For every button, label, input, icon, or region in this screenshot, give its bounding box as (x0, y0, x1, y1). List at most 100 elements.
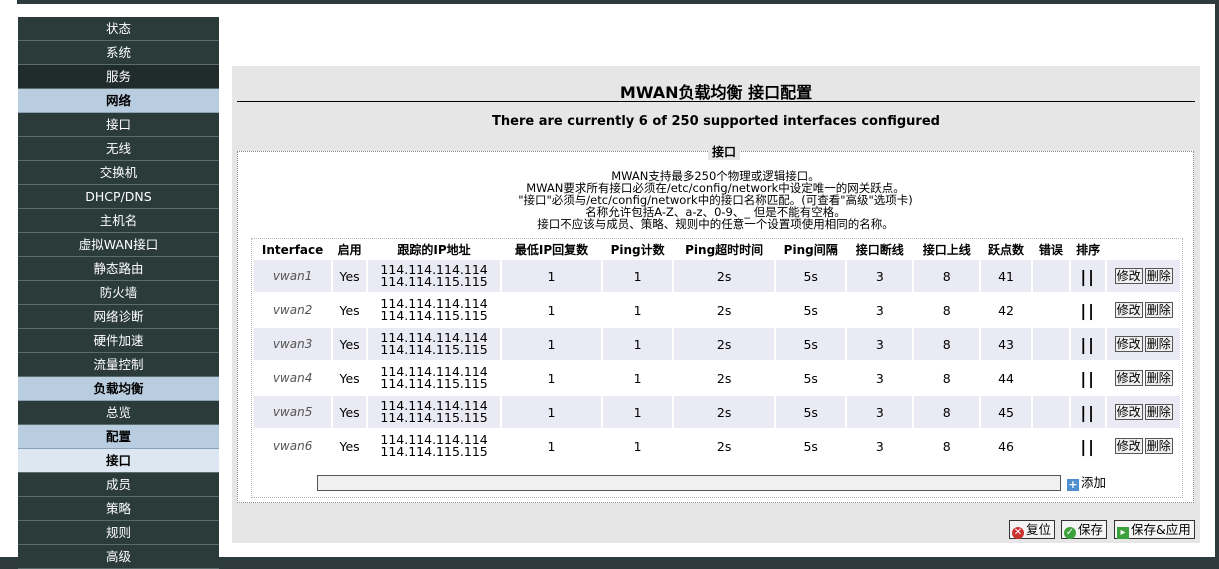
sidebar-item[interactable]: 负载均衡 (18, 377, 219, 401)
reset-label: 复位 (1026, 522, 1052, 537)
sidebar-item[interactable]: 流量控制 (18, 353, 219, 377)
sidebar-item[interactable]: 策略 (18, 497, 219, 521)
row-actions: 修改 删除 (1107, 260, 1180, 292)
sort-icon: || (1080, 266, 1096, 286)
sidebar-item[interactable]: 无线 (18, 137, 219, 161)
sidebar-item[interactable]: 防火墙 (18, 281, 219, 305)
sort-icon: || (1080, 436, 1096, 456)
edit-button[interactable]: 修改 (1114, 302, 1143, 318)
delete-button[interactable]: 删除 (1144, 438, 1173, 454)
sidebar-item[interactable]: DHCP/DNS (18, 185, 219, 209)
delete-button[interactable]: 删除 (1144, 302, 1173, 318)
new-interface-input[interactable] (317, 475, 1061, 491)
tracked-ip-cell: 114.114.114.114 114.114.115.115 (368, 328, 501, 360)
cell-down: 3 (847, 260, 913, 292)
cell-down: 3 (847, 294, 913, 326)
cell-ping-count: 1 (602, 430, 673, 462)
column-header: 接口上线 (922, 243, 971, 257)
reset-button[interactable]: ✕ 复位 (1009, 520, 1056, 539)
delete-button[interactable]: 删除 (1144, 404, 1173, 420)
sort-handle[interactable]: || (1070, 430, 1106, 462)
sidebar-item[interactable]: 交换机 (18, 161, 219, 185)
add-button[interactable]: + 添加 (1067, 475, 1106, 491)
save-apply-button[interactable]: ▸ 保存&应用 (1114, 520, 1195, 539)
tracked-ip-cell: 114.114.114.114 114.114.115.115 (368, 430, 501, 462)
column-header: Ping间隔 (783, 243, 838, 257)
cell-name: vwan5 (254, 396, 332, 428)
cell-ping-interval: 5s (776, 362, 846, 394)
save-label: 保存 (1078, 522, 1104, 537)
edit-button[interactable]: 修改 (1114, 268, 1143, 284)
sidebar-item[interactable]: 状态 (18, 17, 219, 41)
column-header: 跟踪的IP地址 (397, 243, 471, 257)
cell-name: vwan4 (254, 362, 332, 394)
sort-handle[interactable]: || (1070, 396, 1106, 428)
sidebar-item[interactable]: 主机名 (18, 209, 219, 233)
sidebar-item[interactable]: 系统 (18, 41, 219, 65)
sidebar-item[interactable]: 网络 (18, 89, 219, 113)
interface-count-text: There are currently 6 of 250 supported i… (492, 114, 940, 129)
sidebar-item[interactable]: 接口 (18, 113, 219, 137)
cell-ping-count: 1 (602, 362, 673, 394)
tracked-ip: 114.114.115.115 (380, 410, 488, 425)
sort-handle[interactable]: || (1070, 294, 1106, 326)
edit-button[interactable]: 修改 (1114, 336, 1143, 352)
table-header-row: Interface 启用 跟踪的IP地址 最低IP回复数 Ping计数 Ping超时时间 P… (254, 241, 1180, 258)
delete-button[interactable]: 删除 (1144, 336, 1173, 352)
sidebar-item[interactable]: 静态路由 (18, 257, 219, 281)
cell-ping-count: 1 (602, 328, 673, 360)
cell-down: 3 (847, 362, 913, 394)
tracked-ip-cell: 114.114.114.114 114.114.115.115 (368, 260, 501, 292)
edit-button[interactable]: 修改 (1114, 438, 1143, 454)
cell-ping-timeout: 2s (674, 260, 775, 292)
row-actions: 修改 删除 (1107, 396, 1180, 428)
sidebar-item[interactable]: 虚拟WAN接口 (18, 233, 219, 257)
left-margin (0, 0, 17, 557)
edit-button[interactable]: 修改 (1114, 404, 1143, 420)
cell-error (1032, 260, 1069, 292)
cell-min-reply: 1 (502, 362, 601, 394)
cell-ping-timeout: 2s (674, 396, 775, 428)
tracked-ip: 114.114.115.115 (380, 274, 488, 289)
column-header (1107, 241, 1180, 258)
sidebar-item[interactable]: 高级 (18, 545, 219, 569)
table-row: vwan3 Yes 114.114.114.114 114.114.115.115 1 1… (254, 328, 1180, 360)
cell-ping-timeout: 2s (674, 294, 775, 326)
sidebar-item[interactable]: 服务 (18, 65, 219, 89)
sidebar-item[interactable]: 总览 (18, 401, 219, 425)
cell-enabled: Yes (333, 362, 367, 394)
edit-button[interactable]: 修改 (1114, 370, 1143, 386)
column-header: 排序 (1076, 243, 1101, 257)
description-text: MWAN支持最多250个物理或逻辑接口。 MWAN要求所有接口必须在/etc/c… (238, 170, 1193, 230)
fieldset-legend: 接口 (708, 143, 741, 160)
delete-button[interactable]: 删除 (1144, 370, 1173, 386)
cell-error (1032, 328, 1069, 360)
sort-handle[interactable]: || (1070, 362, 1106, 394)
cell-down: 3 (847, 328, 913, 360)
cell-ping-count: 1 (602, 294, 673, 326)
column-header: Ping计数 (610, 243, 665, 257)
cell-min-reply: 1 (502, 430, 601, 462)
sort-handle[interactable]: || (1070, 328, 1106, 360)
cell-ping-interval: 5s (776, 430, 846, 462)
sidebar-item[interactable]: 硬件加速 (18, 329, 219, 353)
cell-up: 8 (914, 430, 980, 462)
sidebar-item[interactable]: 网络诊断 (18, 305, 219, 329)
cell-enabled: Yes (333, 260, 367, 292)
sort-handle[interactable]: || (1070, 260, 1106, 292)
sidebar-item[interactable]: 成员 (18, 473, 219, 497)
interface-table-container: Interface 启用 跟踪的IP地址 最低IP回复数 Ping计数 Ping超时时间 P… (251, 238, 1183, 498)
cell-name: vwan2 (254, 294, 332, 326)
row-actions: 修改 删除 (1107, 294, 1180, 326)
sidebar-item[interactable]: 规则 (18, 521, 219, 545)
sidebar-item[interactable]: 接口 (18, 449, 219, 473)
tracked-ip: 114.114.115.115 (380, 308, 488, 323)
cell-ping-count: 1 (602, 396, 673, 428)
save-button[interactable]: ✓ 保存 (1061, 520, 1108, 539)
column-header: 启用 (337, 243, 362, 257)
delete-button[interactable]: 删除 (1144, 268, 1173, 284)
sidebar-item[interactable]: 配置 (18, 425, 219, 449)
tracked-ip-cell: 114.114.114.114 114.114.115.115 (368, 362, 501, 394)
cell-up: 8 (914, 396, 980, 428)
tracked-ip-cell: 114.114.114.114 114.114.115.115 (368, 294, 501, 326)
